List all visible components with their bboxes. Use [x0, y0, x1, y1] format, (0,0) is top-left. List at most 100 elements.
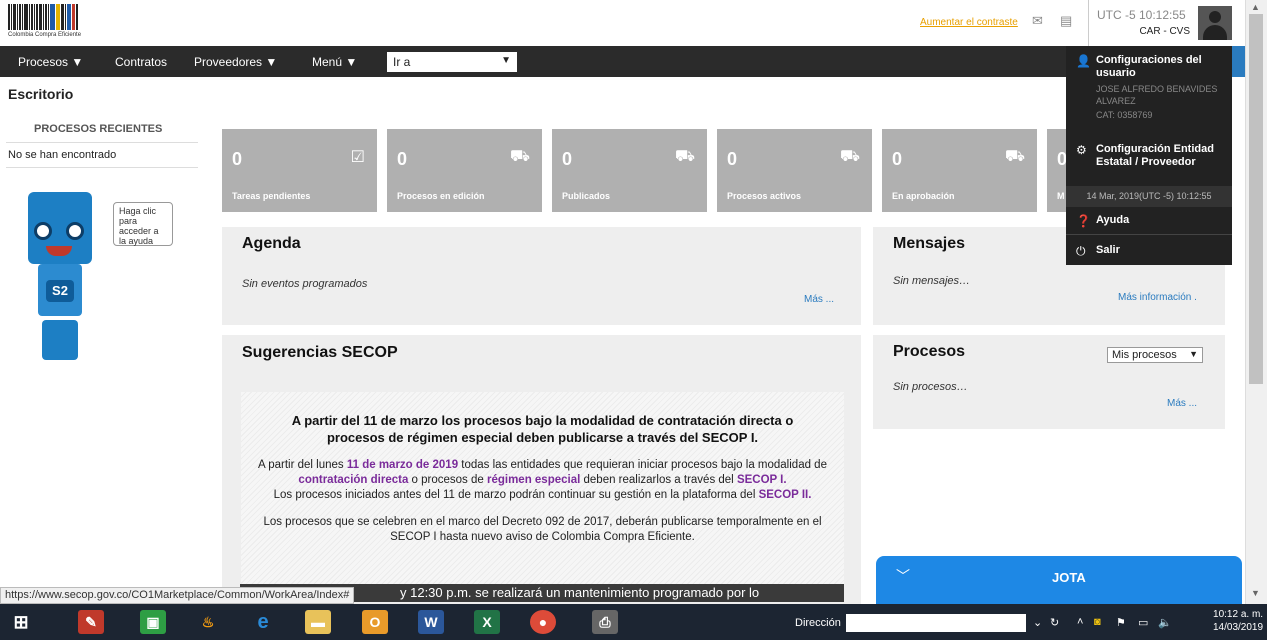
- tray-expand-icon[interactable]: ˄: [1077, 616, 1083, 628]
- nav-accent-bar: [1232, 46, 1245, 77]
- mail-icon[interactable]: ✉: [1032, 14, 1048, 28]
- banner-paragraph-3: Los procesos que se celebren en el marco…: [263, 516, 822, 543]
- tile-en-aprobacion[interactable]: 0 ⛟ En aprobación: [882, 129, 1037, 212]
- chevron-down-icon: ▼: [501, 55, 511, 66]
- excel-icon[interactable]: X: [474, 610, 500, 634]
- scroll-thumb[interactable]: [1249, 14, 1263, 384]
- menu-logout[interactable]: ⏻ Salir: [1066, 244, 1232, 258]
- robot-eye-right: [66, 222, 84, 240]
- chrome-icon[interactable]: ●: [530, 610, 556, 634]
- network-icon[interactable]: ▭: [1138, 616, 1148, 629]
- app-tray-icon[interactable]: ◙: [1094, 616, 1101, 628]
- procesos-panel: Procesos Mis procesos ▼ Sin procesos… Má…: [873, 335, 1225, 429]
- chevron-down-icon[interactable]: ﹀: [896, 566, 910, 586]
- chevron-down-icon[interactable]: ⌄: [1033, 616, 1042, 629]
- tile-count: 0: [562, 149, 573, 169]
- main-nav: Procesos ▼ Contratos Proveedores ▼ Menú …: [0, 46, 1245, 77]
- tile-procesos-edicion[interactable]: 0 ⛟ Procesos en edición: [387, 129, 542, 212]
- flame-app-icon[interactable]: ♨: [195, 610, 221, 634]
- status-url: https://www.secop.gov.co/CO1Marketplace/…: [0, 587, 355, 604]
- cart-icon: ⛟: [674, 148, 695, 165]
- system-time: 10:12 a. m.: [1213, 609, 1264, 620]
- nav-contratos[interactable]: Contratos: [115, 55, 167, 69]
- refresh-icon[interactable]: ↻: [1050, 616, 1059, 629]
- increase-contrast-link[interactable]: Aumentar el contraste: [920, 17, 1018, 28]
- tile-label: Publicados: [562, 191, 611, 201]
- printer-icon[interactable]: ⎙: [592, 610, 618, 634]
- chat-title: JOTA: [1052, 570, 1086, 585]
- system-date: 14/03/2019: [1213, 622, 1264, 633]
- internet-explorer-icon[interactable]: e: [250, 610, 276, 634]
- clock-box: UTC -5 10:12:55 CAR - CVS: [1088, 0, 1198, 46]
- help-bubble[interactable]: Haga clic para acceder a la ayuda: [113, 202, 173, 246]
- tile-label: M: [1057, 191, 1065, 201]
- robot-legs: [42, 320, 78, 360]
- banner-title: A partir del 11 de marzo los procesos ba…: [291, 413, 794, 445]
- chevron-down-icon: ▼: [1189, 349, 1198, 359]
- help-icon: ❓: [1076, 214, 1091, 228]
- menu-user-name: JOSE ALFREDO BENAVIDES ALVAREZ: [1096, 84, 1218, 106]
- scroll-up-icon[interactable]: ▲: [1251, 2, 1260, 12]
- clipboard-check-icon: ☑: [350, 149, 365, 166]
- goto-select[interactable]: Ir a ▼: [387, 52, 517, 72]
- file-explorer-icon[interactable]: ▬: [305, 610, 331, 634]
- procesos-title: Procesos: [893, 343, 966, 360]
- user-icon: 👤: [1076, 54, 1091, 68]
- user-org: CAR - CVS: [1139, 26, 1190, 37]
- mensajes-more-link[interactable]: Más información .: [1118, 292, 1197, 303]
- cart-icon: ⛟: [509, 148, 530, 165]
- menu-config-entity-label: Configuración Entidad Estatal / Proveedo…: [1096, 143, 1214, 168]
- colombia-compra-logo[interactable]: Colombia Compra Eficiente: [8, 4, 128, 42]
- document-icon[interactable]: ▤: [1060, 14, 1076, 28]
- outlook-icon[interactable]: O: [362, 610, 388, 634]
- sugerencias-title: Sugerencias SECOP: [242, 344, 398, 361]
- app-icon-1[interactable]: ✎: [78, 610, 104, 634]
- logo-caption: Colombia Compra Eficiente: [8, 32, 82, 38]
- address-bar-label: Dirección: [795, 617, 841, 629]
- word-icon[interactable]: W: [418, 610, 444, 634]
- user-avatar[interactable]: [1198, 6, 1232, 40]
- agenda-empty: Sin eventos programados: [242, 278, 368, 290]
- help-robot[interactable]: S2 Haga clic para acceder a la ayuda: [28, 192, 198, 372]
- announcement-banner: A partir del 11 de marzo los procesos ba…: [241, 392, 844, 584]
- robot-head: [28, 192, 92, 264]
- tile-label: En aprobación: [892, 191, 955, 201]
- nav-proveedores[interactable]: Proveedores ▼: [194, 55, 277, 69]
- menu-config-entity[interactable]: ⚙ Configuración Entidad Estatal / Provee…: [1066, 143, 1232, 169]
- page-title: Escritorio: [8, 86, 74, 102]
- robot-body: S2: [38, 264, 82, 316]
- tile-count: 0: [232, 149, 243, 169]
- utc-clock: UTC -5 10:12:55: [1097, 8, 1186, 22]
- robot-label: S2: [46, 280, 74, 302]
- nav-menu[interactable]: Menú ▼: [312, 55, 357, 69]
- volume-icon[interactable]: 🔈: [1158, 616, 1172, 629]
- store-icon[interactable]: ▣: [140, 610, 166, 634]
- tile-count: 0: [397, 149, 408, 169]
- menu-config-user[interactable]: 👤 Configuraciones del usuario JOSE ALFRE…: [1066, 54, 1232, 121]
- mensajes-title: Mensajes: [893, 235, 966, 252]
- page-scrollbar[interactable]: ▲ ▼: [1245, 0, 1267, 604]
- tile-publicados[interactable]: 0 ⛟ Publicados: [552, 129, 707, 212]
- flag-icon[interactable]: ⚑: [1116, 616, 1126, 629]
- tile-count: 0: [727, 149, 738, 169]
- tile-tareas-pendientes[interactable]: 0 ☑ Tareas pendientes: [222, 129, 377, 212]
- banner-paragraph-1: A partir del lunes 11 de marzo de 2019 t…: [258, 459, 827, 501]
- address-bar-input[interactable]: [846, 614, 1026, 632]
- procesos-more-link[interactable]: Más ...: [1167, 398, 1197, 409]
- tile-procesos-activos[interactable]: 0 ⛟ Procesos activos: [717, 129, 872, 212]
- robot-mouth: [46, 246, 72, 256]
- app-root: { "header": { "logo_caption": "Colombia …: [0, 0, 1267, 640]
- scroll-down-icon[interactable]: ▼: [1251, 588, 1260, 598]
- top-header: Colombia Compra Eficiente Aumentar el co…: [0, 0, 1245, 46]
- nav-procesos[interactable]: Procesos ▼: [18, 55, 83, 69]
- mis-procesos-select[interactable]: Mis procesos ▼: [1107, 347, 1203, 363]
- system-clock[interactable]: 10:12 a. m. 14/03/2019: [1213, 608, 1263, 634]
- menu-help[interactable]: ❓ Ayuda: [1066, 214, 1232, 228]
- avatar-head-shape: [1209, 11, 1221, 23]
- agenda-more-link[interactable]: Más ...: [804, 294, 834, 305]
- tile-partial[interactable]: 0 M: [1047, 129, 1067, 212]
- cart-icon: ⛟: [839, 148, 860, 165]
- robot-eye-left: [34, 222, 52, 240]
- windows-start-icon[interactable]: ⊞: [8, 610, 34, 634]
- jota-chat-widget[interactable]: ﹀ JOTA: [876, 556, 1242, 604]
